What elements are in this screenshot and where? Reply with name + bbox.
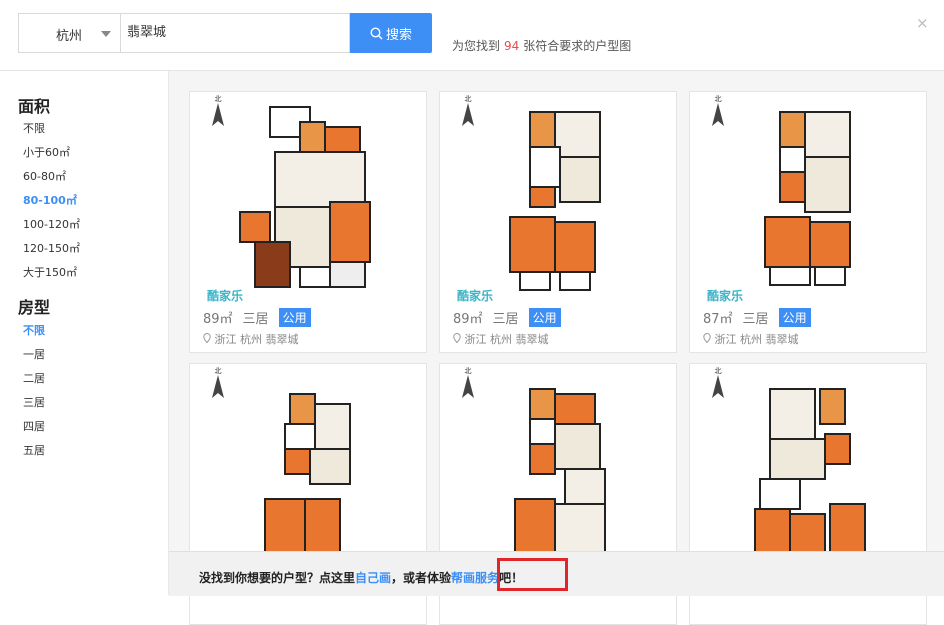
card-location-text: 浙江 杭州 翡翠城 (464, 333, 549, 346)
svg-text:北: 北 (715, 367, 722, 375)
search-bar: 杭州 翡翠城 搜索 为您找到 94 张符合要求的户型图 × (0, 0, 944, 71)
chevron-down-icon (101, 31, 111, 37)
floorplan-image (514, 388, 606, 560)
compass-icon: 北 (712, 95, 724, 126)
search-button-label: 搜索 (385, 27, 412, 43)
layout-option-3[interactable]: 三居 (23, 394, 45, 410)
floorplan-card[interactable]: 北 酷家乐 89㎡ 三居 公用 浙江 杭州 翡翠城 (189, 91, 427, 353)
card-meta: 87㎡ 三居 公用 (703, 308, 811, 327)
help-banner: 没找到你想要的户型？点这里自己画，或者体验帮画服务吧！ (169, 551, 944, 596)
floorplan-card[interactable]: 北 酷家乐 87㎡ 三居 公用 浙江 杭州 翡翠城 (689, 91, 927, 353)
svg-text:北: 北 (465, 95, 472, 103)
card-location: 浙江 杭州 翡翠城 (703, 331, 799, 347)
svg-text:北: 北 (465, 367, 472, 375)
card-meta: 89㎡ 三居 公用 (203, 308, 311, 327)
area-option-over-150[interactable]: 大于150㎡ (23, 264, 77, 280)
layout-option-4[interactable]: 四居 (23, 418, 45, 434)
floorplan-image (264, 393, 351, 560)
search-icon (370, 26, 383, 40)
city-label: 杭州 (56, 29, 83, 44)
card-area: 89㎡ (453, 312, 483, 327)
floorplan-image (764, 111, 851, 286)
layout-option-5[interactable]: 五居 (23, 442, 45, 458)
card-location: 浙江 杭州 翡翠城 (453, 331, 549, 347)
floorplan-image (509, 111, 601, 291)
compass-icon: 北 (462, 95, 474, 126)
svg-text:北: 北 (215, 367, 222, 375)
area-option-under-60[interactable]: 小于60㎡ (23, 144, 70, 160)
card-location-text: 浙江 杭州 翡翠城 (214, 333, 299, 346)
location-pin-icon (203, 332, 211, 344)
area-option-80-100[interactable]: 80-100㎡ (23, 192, 77, 208)
close-icon[interactable]: × (916, 14, 929, 32)
brand-logo: 酷家乐 (457, 289, 494, 303)
highlight-box (497, 558, 568, 591)
city-select[interactable]: 杭州 (18, 13, 120, 53)
card-rooms: 三居 (742, 312, 769, 327)
search-button[interactable]: 搜索 (350, 13, 432, 53)
status-badge: 公用 (528, 308, 561, 327)
card-rooms: 三居 (242, 312, 269, 327)
result-count-text: 为您找到 94 张符合要求的户型图 (452, 37, 631, 54)
drawing-service-link[interactable]: 帮画服务 (451, 571, 499, 585)
layout-option-2[interactable]: 二居 (23, 370, 45, 386)
card-area: 87㎡ (703, 312, 733, 327)
svg-text:北: 北 (215, 95, 222, 103)
status-badge: 公用 (278, 308, 311, 327)
status-badge: 公用 (778, 308, 811, 327)
result-prefix: 为您找到 (452, 39, 501, 53)
floorplan-image (239, 106, 371, 288)
brand-logo: 酷家乐 (207, 289, 244, 303)
help-banner-text: 没找到你想要的户型？点这里自己画，或者体验帮画服务吧！ (199, 569, 523, 586)
card-meta: 89㎡ 三居 公用 (453, 308, 561, 327)
area-option-any[interactable]: 不限 (23, 120, 45, 136)
filter-sidebar: 面积 不限 小于60㎡ 60-80㎡ 80-100㎡ 100-120㎡ 120-… (0, 71, 169, 595)
brand-logo: 酷家乐 (707, 289, 744, 303)
compass-icon: 北 (462, 367, 474, 398)
layout-filter-title: 房型 (18, 298, 51, 317)
compass-icon: 北 (212, 367, 224, 398)
compass-icon: 北 (212, 95, 224, 126)
result-suffix: 张符合要求的户型图 (523, 39, 632, 53)
area-option-120-150[interactable]: 120-150㎡ (23, 240, 80, 256)
search-input[interactable]: 翡翠城 (120, 13, 350, 53)
card-area: 89㎡ (203, 312, 233, 327)
banner-text-1: 没找到你想要的户型？点这里 (199, 571, 356, 585)
area-option-60-80[interactable]: 60-80㎡ (23, 168, 66, 184)
floorplan-grid: 北 酷家乐 89㎡ 三居 公用 浙江 杭州 翡翠城 北 酷家乐 89㎡ 三居 公… (169, 71, 944, 625)
compass-icon: 北 (712, 367, 724, 398)
banner-text-2: ，或者体验 (391, 571, 452, 585)
floorplan-card[interactable]: 北 酷家乐 89㎡ 三居 公用 浙江 杭州 翡翠城 (439, 91, 677, 353)
location-pin-icon (703, 332, 711, 344)
layout-option-any[interactable]: 不限 (23, 322, 45, 338)
card-location-text: 浙江 杭州 翡翠城 (714, 333, 799, 346)
result-count: 94 (504, 39, 520, 53)
svg-text:北: 北 (715, 95, 722, 103)
location-pin-icon (453, 332, 461, 344)
area-option-100-120[interactable]: 100-120㎡ (23, 216, 80, 232)
layout-option-1[interactable]: 一居 (23, 346, 45, 362)
card-location: 浙江 杭州 翡翠城 (203, 331, 299, 347)
floorplan-image (754, 388, 866, 560)
card-rooms: 三居 (492, 312, 519, 327)
draw-yourself-link[interactable]: 自己画 (355, 571, 391, 585)
area-filter-title: 面积 (18, 97, 51, 116)
